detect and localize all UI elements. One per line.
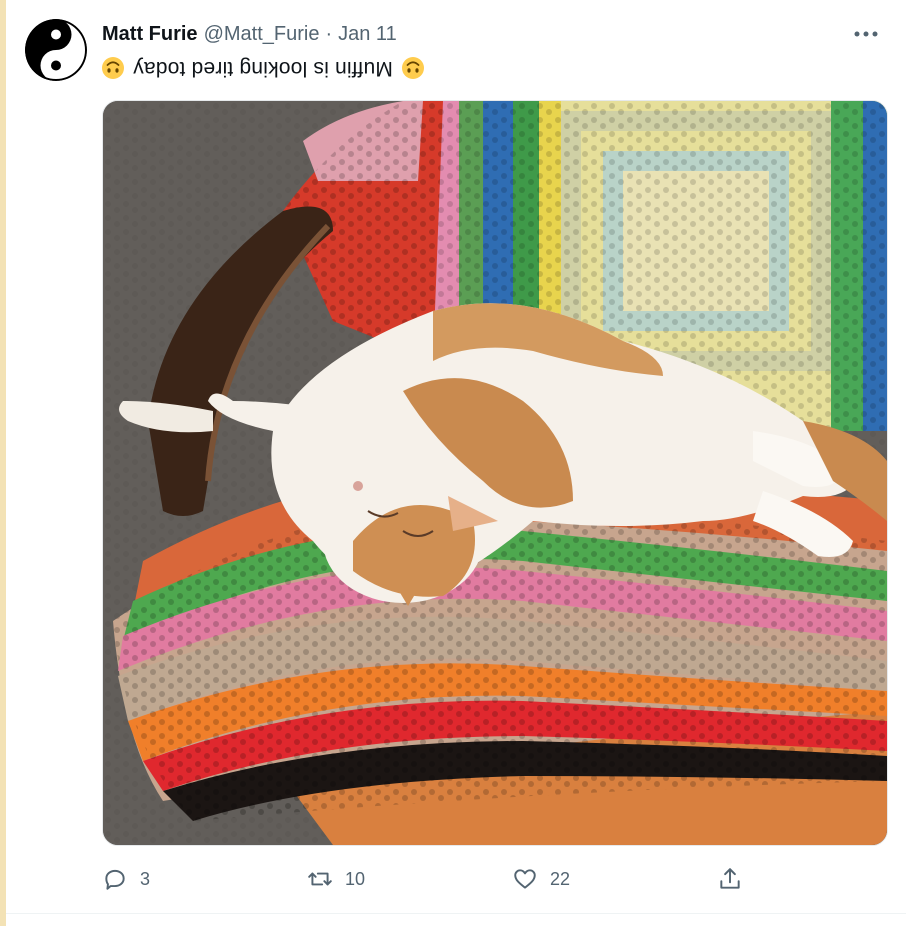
tweet-photo[interactable] (102, 100, 888, 846)
like-button[interactable]: 22 (512, 864, 570, 894)
tweet-text: Muffin is looking tired today (101, 52, 425, 84)
tweet-header: Matt Furie @Matt_Furie · Jan 11 (102, 22, 397, 46)
tweet-actions-bar: 3 10 22 (102, 864, 762, 894)
cat-on-blanket-image (103, 101, 887, 845)
tweet-body-text: Muffin is looking tired today (133, 57, 393, 80)
tweet-divider (6, 913, 906, 914)
retweet-count: 10 (345, 868, 366, 889)
retweet-icon (308, 872, 332, 886)
tweet-card[interactable]: Matt Furie @Matt_Furie · Jan 11 Muffin i… (6, 0, 906, 914)
more-horizontal-icon (854, 31, 878, 37)
separator-dot: · (325, 22, 333, 45)
heart-icon (514, 869, 536, 889)
share-icon (720, 868, 740, 889)
retweet-button[interactable]: 10 (307, 864, 365, 894)
more-options-button[interactable] (852, 24, 880, 44)
upside-down-face-icon (401, 57, 424, 79)
reply-count: 3 (140, 868, 151, 889)
reply-button[interactable]: 3 (102, 864, 150, 894)
yin-yang-icon (25, 19, 87, 81)
upside-down-face-icon (102, 57, 124, 79)
share-button[interactable] (717, 864, 743, 894)
like-count: 22 (550, 868, 571, 889)
author-handle[interactable]: @Matt_Furie (204, 23, 320, 46)
author-name[interactable]: Matt Furie (102, 23, 198, 46)
reply-icon (105, 869, 125, 890)
avatar[interactable] (25, 19, 87, 81)
tweet-date[interactable]: Jan 11 (338, 23, 397, 46)
